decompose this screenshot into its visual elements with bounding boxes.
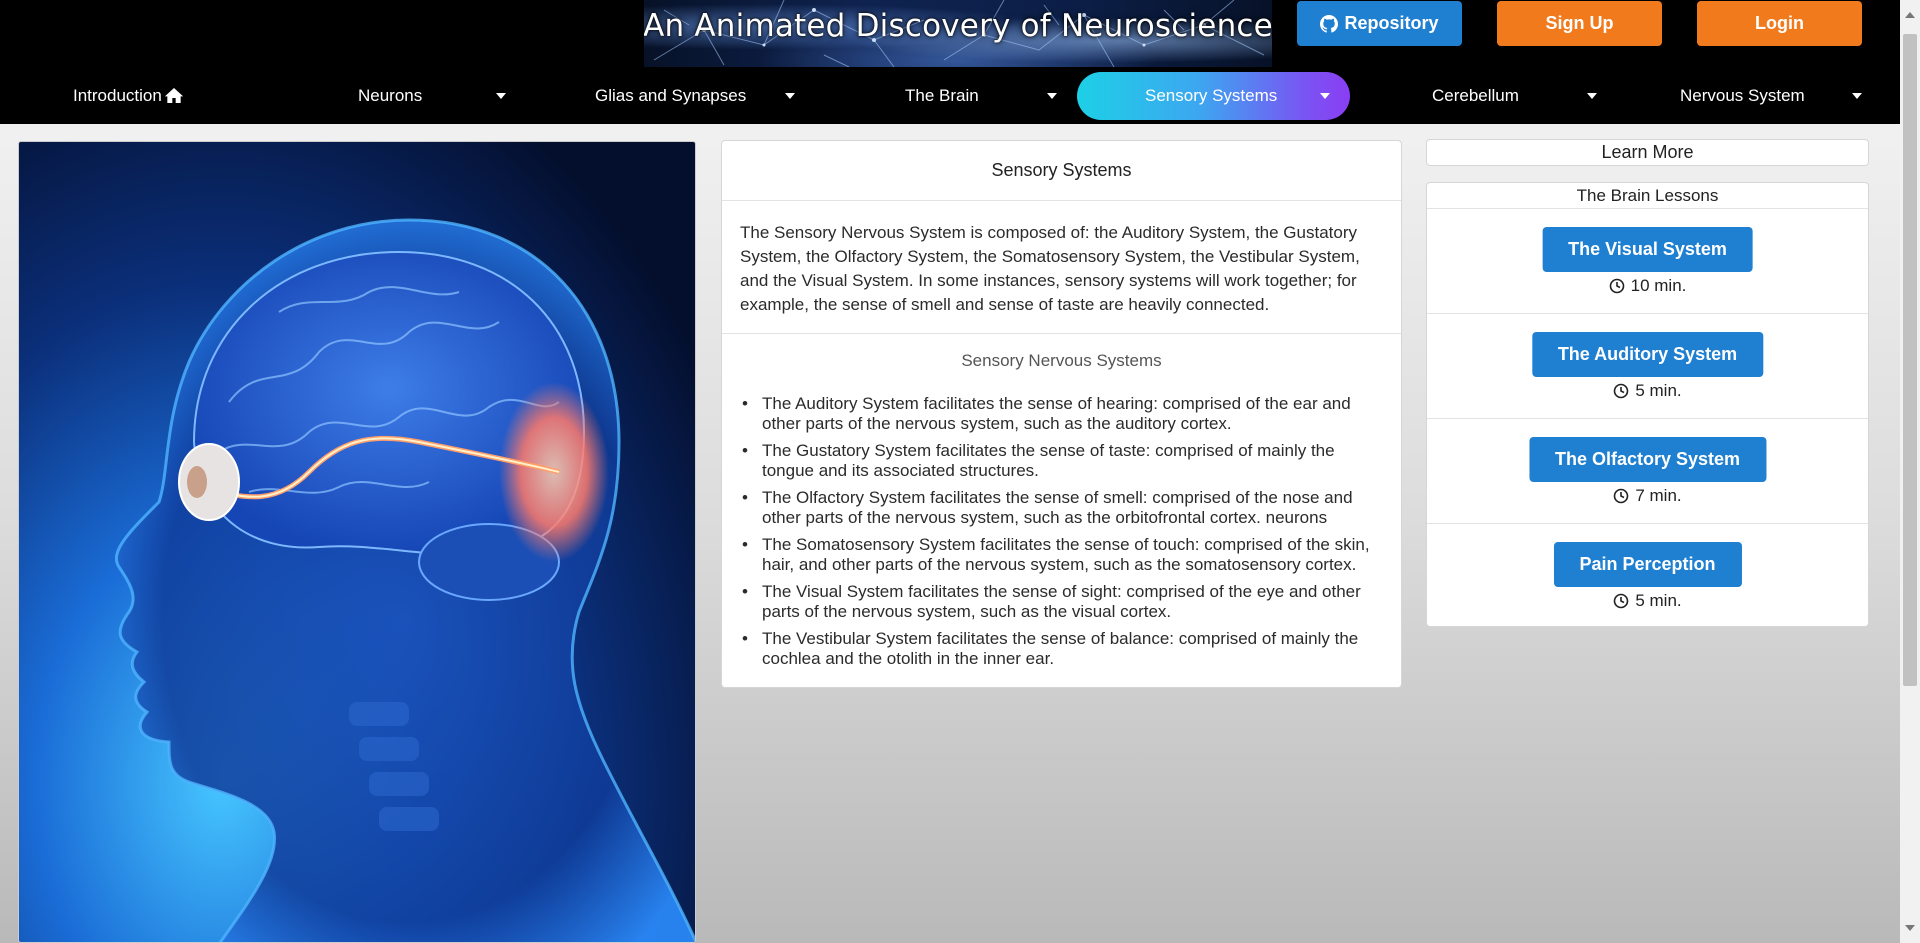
lesson-olfactory-system-button[interactable]: The Olfactory System: [1528, 437, 1767, 482]
top-header: An Animated Discovery of Neuroscience Re…: [0, 0, 1900, 67]
lesson-item: The Visual System 10 min.: [1427, 209, 1868, 314]
lesson-time-label: 5 min.: [1635, 591, 1682, 610]
chevron-down-icon: [1587, 93, 1597, 99]
list-item: The Gustatory System facilitates the sen…: [740, 441, 1390, 481]
head-brain-eye-illustration: [114, 218, 695, 942]
lesson-duration: 5 min.: [1427, 381, 1868, 401]
nav-item-label: Cerebellum: [1432, 85, 1519, 105]
clock-icon: [1609, 278, 1624, 294]
nav-item-label: Introduction: [73, 85, 162, 105]
clock-icon: [1614, 593, 1629, 609]
scrollbar-thumb[interactable]: [1903, 34, 1917, 686]
repository-label: Repository: [1344, 13, 1439, 33]
sign-up-button[interactable]: Sign Up: [1497, 1, 1662, 46]
lesson-time-label: 10 min.: [1630, 276, 1687, 295]
repository-button[interactable]: Repository: [1297, 1, 1462, 46]
lesson-duration: 7 min.: [1427, 486, 1868, 506]
clock-icon: [1614, 488, 1629, 504]
chevron-down-icon: [1852, 93, 1862, 99]
lesson-visual-system-button[interactable]: The Visual System: [1542, 227, 1753, 272]
nav-item-neurons[interactable]: Neurons: [358, 67, 508, 124]
chevron-down-icon: [1047, 93, 1057, 99]
sensory-list: The Auditory System facilitates the sens…: [740, 394, 1390, 676]
lesson-duration: 10 min.: [1427, 276, 1868, 296]
nav-item-label: Neurons: [358, 85, 423, 105]
nav-item-label: Nervous System: [1680, 85, 1805, 105]
nav-item-label: Sensory Systems: [1145, 85, 1278, 105]
nav-item-label: The Brain: [905, 85, 979, 105]
nav-item-sensory-systems[interactable]: Sensory Systems: [1145, 67, 1340, 124]
chevron-down-icon: [1320, 93, 1330, 99]
lesson-item: The Auditory System 5 min.: [1427, 314, 1868, 419]
lessons-title: The Brain Lessons: [1427, 183, 1868, 209]
list-item: The Vestibular System facilitates the se…: [740, 629, 1390, 669]
home-icon: [164, 88, 184, 103]
lesson-time-label: 7 min.: [1635, 486, 1682, 505]
divider: [722, 333, 1401, 334]
nav-item-glias-synapses[interactable]: Glias and Synapses: [595, 67, 795, 124]
github-icon: [1320, 14, 1339, 33]
scroll-down-icon[interactable]: [1905, 925, 1915, 931]
intro-paragraph: The Sensory Nervous System is composed o…: [740, 223, 1360, 314]
list-item: The Auditory System facilitates the sens…: [740, 394, 1390, 434]
section-subtitle: Sensory Nervous Systems: [961, 351, 1162, 370]
card-title: Sensory Systems: [722, 141, 1401, 201]
nav-item-cerebellum[interactable]: Cerebellum: [1432, 67, 1602, 124]
lesson-time-label: 5 min.: [1635, 381, 1682, 400]
lessons-card: The Brain Lessons The Visual System 10 m…: [1426, 182, 1869, 627]
chevron-down-icon: [785, 93, 795, 99]
lesson-item: Pain Perception 5 min.: [1427, 524, 1868, 629]
nav-item-introduction[interactable]: Introduction: [73, 67, 184, 124]
list-item: The Olfactory System facilitates the sen…: [740, 488, 1390, 528]
lesson-duration: 5 min.: [1427, 591, 1868, 611]
lesson-item: The Olfactory System 7 min.: [1427, 419, 1868, 524]
nav-item-label: Glias and Synapses: [595, 85, 747, 105]
clock-icon: [1614, 383, 1629, 399]
site-banner[interactable]: An Animated Discovery of Neuroscience: [644, 0, 1272, 67]
list-item: The Visual System facilitates the sense …: [740, 582, 1390, 622]
learn-more-header: Learn More: [1426, 139, 1869, 166]
sensory-systems-card: Sensory Systems The Sensory Nervous Syst…: [721, 140, 1402, 688]
list-item: The Somatosensory System facilitates the…: [740, 535, 1390, 575]
login-button[interactable]: Login: [1697, 1, 1862, 46]
chevron-down-icon: [496, 93, 506, 99]
nav-item-the-brain[interactable]: The Brain: [905, 67, 1057, 124]
lesson-auditory-system-button[interactable]: The Auditory System: [1531, 332, 1764, 377]
nav-item-nervous-system[interactable]: Nervous System: [1680, 67, 1870, 124]
lesson-pain-perception-button[interactable]: Pain Perception: [1553, 542, 1742, 587]
scroll-up-icon[interactable]: [1905, 12, 1915, 18]
sensory-head-image: [18, 141, 696, 943]
site-title: An Animated Discovery of Neuroscience: [644, 8, 1272, 44]
